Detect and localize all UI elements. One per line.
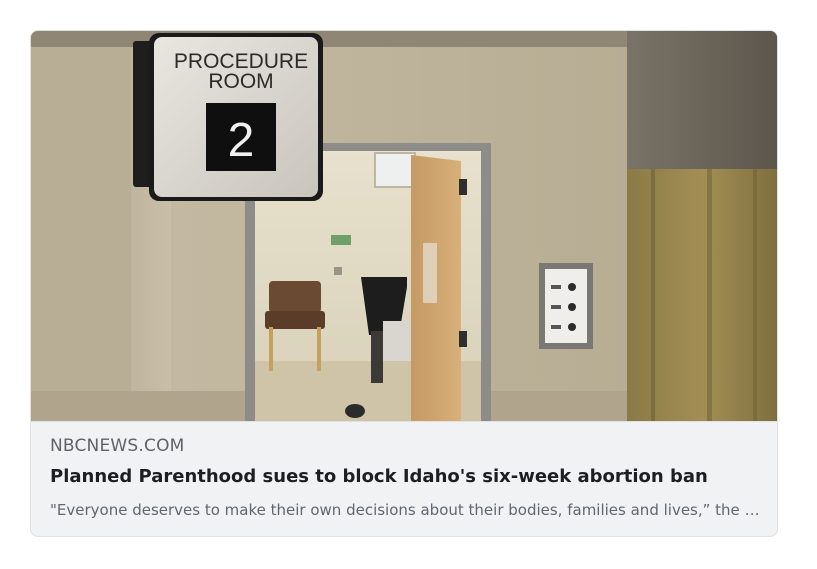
link-preview-card[interactable]: PROCEDURE ROOM 2 NBCNEWS.COM Planned Par… <box>30 30 778 537</box>
sign-line-2: ROOM <box>208 70 273 93</box>
procedure-room-photo: PROCEDURE ROOM 2 <box>31 31 777 421</box>
article-title[interactable]: Planned Parenthood sues to block Idaho's… <box>50 466 708 487</box>
article-image[interactable]: PROCEDURE ROOM 2 <box>31 31 777 421</box>
sign-number: 2 <box>228 114 255 167</box>
link-preview-meta: NBCNEWS.COM Planned Parenthood sues to b… <box>31 421 777 536</box>
article-description: "Everyone deserves to make their own dec… <box>50 501 760 519</box>
source-domain: NBCNEWS.COM <box>50 436 185 456</box>
